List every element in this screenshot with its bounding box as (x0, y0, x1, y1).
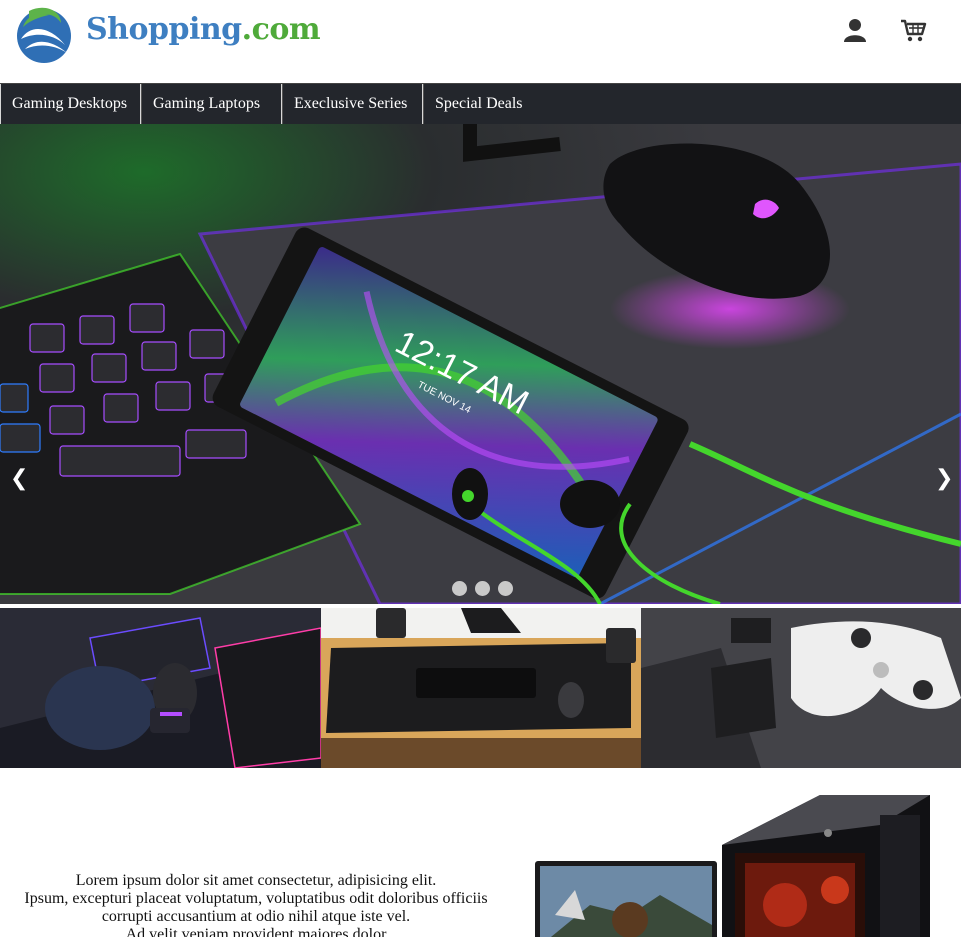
nav-item-exclusive-series[interactable]: Execlusive Series (282, 84, 423, 124)
promo-text-line-4: Ad velit veniam provident maiores dolor (125, 926, 387, 937)
promo-text-line-1: Lorem ipsum dolor sit amet consectetur, … (75, 872, 437, 889)
cart-icon[interactable] (899, 16, 927, 44)
nav-item-special-deals[interactable]: Special Deals (423, 84, 535, 124)
nav-item-gaming-laptops[interactable]: Gaming Laptops (141, 84, 282, 124)
main-nav: Gaming Desktops Gaming Laptops Execlusiv… (0, 83, 961, 124)
carousel-indicators (452, 581, 513, 596)
carousel-dot-1[interactable] (452, 581, 467, 596)
promo-text-line-2: Ipsum, excepturi placeat voluptatum, vol… (24, 890, 488, 907)
keypad-image (0, 608, 321, 768)
carousel-dot-3[interactable] (498, 581, 513, 596)
carousel-prev-button[interactable]: ❮ (10, 466, 28, 491)
brand-name[interactable]: Shopping.com (86, 12, 321, 47)
thumbnail-xbox[interactable] (641, 608, 961, 768)
promo-text: Lorem ipsum dolor sit amet consectetur, … (0, 872, 512, 937)
logo-icon[interactable] (15, 5, 73, 63)
gaming-pc-illustration (530, 795, 940, 937)
hero-slide-image: 12:17 AM TUE NOV 14 (0, 124, 961, 604)
nav-item-gaming-desktops[interactable]: Gaming Desktops (0, 84, 141, 124)
hero-carousel: 12:17 AM TUE NOV 14 ❮ ❯ (0, 124, 961, 604)
gaming-pc-image[interactable] (530, 795, 940, 937)
desk-mat-image (321, 608, 641, 768)
promo-text-line-3: corrupti accusantium at odio nihil atque… (101, 908, 411, 925)
carousel-dot-2[interactable] (475, 581, 490, 596)
brand-name-part1: Shopping (86, 12, 242, 47)
user-icon[interactable] (841, 16, 869, 44)
carousel-next-button[interactable]: ❯ (935, 466, 953, 491)
featured-thumbnails (0, 608, 961, 768)
brand-name-part2: .com (241, 12, 321, 47)
xbox-image (641, 608, 961, 768)
thumbnail-keypad[interactable] (0, 608, 321, 768)
thumbnail-desk-mat[interactable] (321, 608, 641, 768)
site-header: Shopping.com (0, 0, 961, 83)
